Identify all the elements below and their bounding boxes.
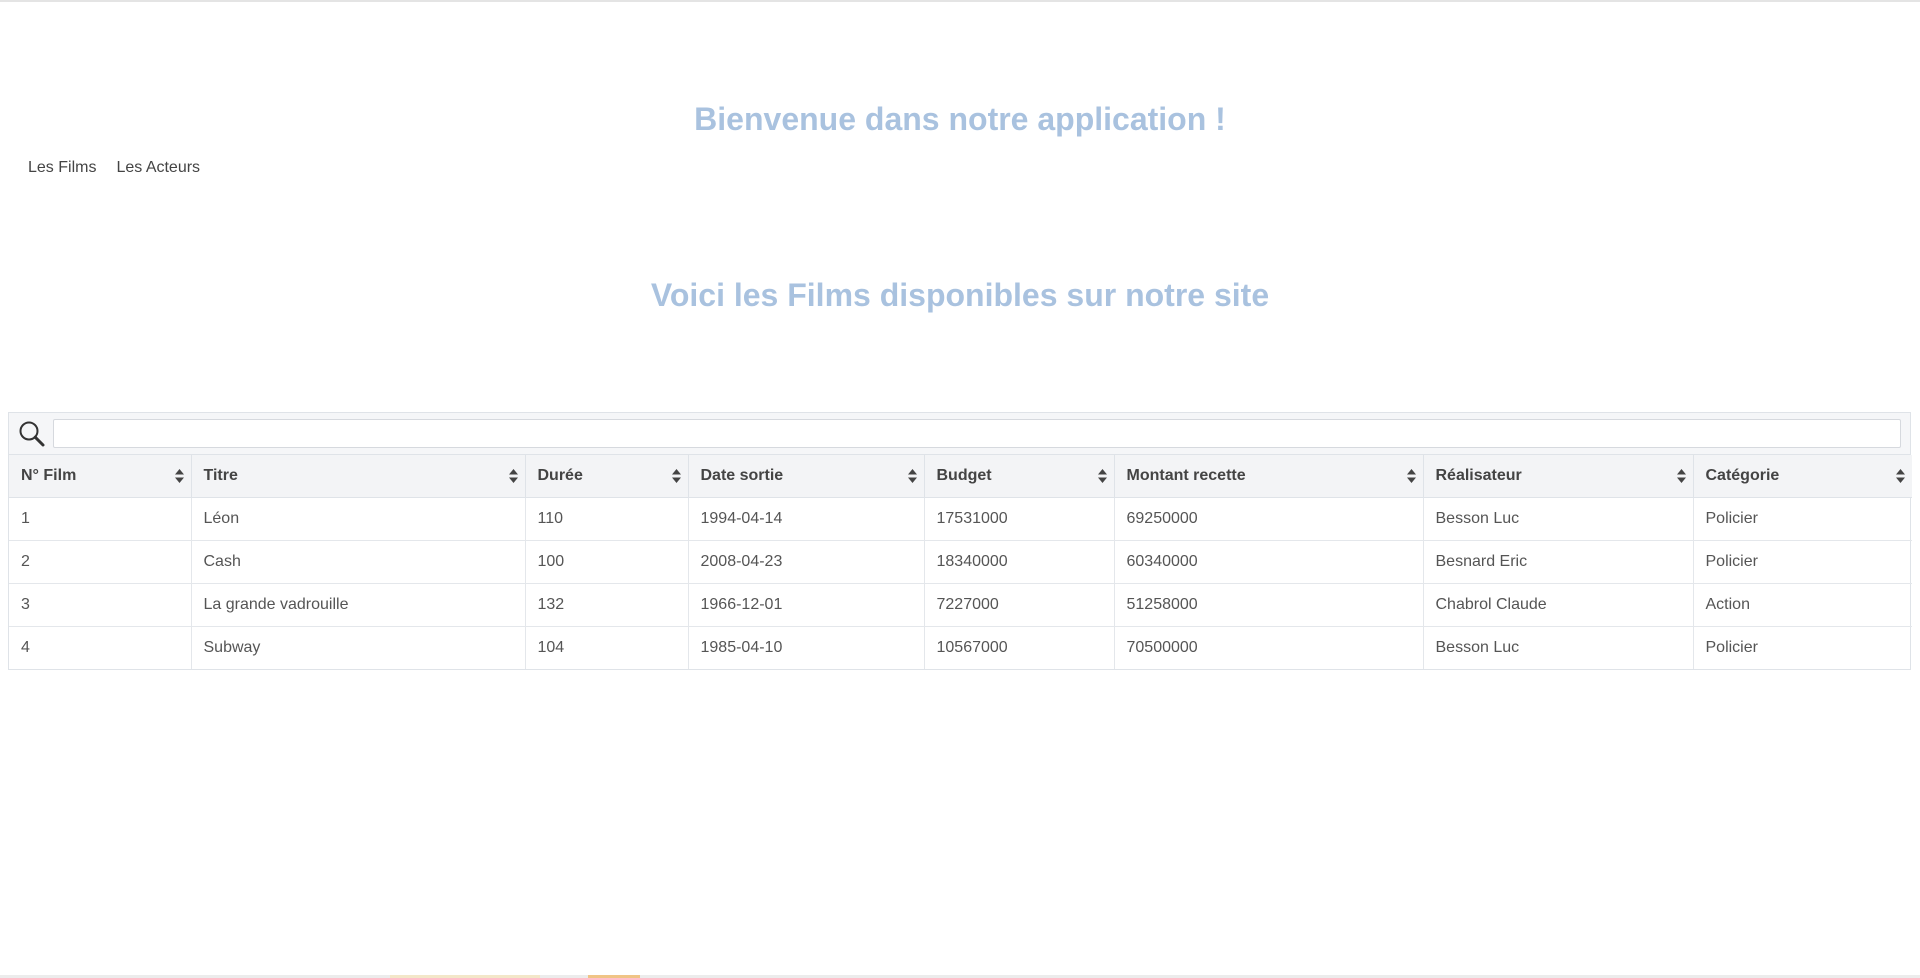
table-cell: 1966-12-01 (688, 583, 925, 627)
table-header-row: N° Film Titre Durée Date sortie Budget Montan… (9, 455, 1912, 498)
column-header-label: N° Film (21, 466, 77, 484)
table-cell: Léon (191, 497, 526, 541)
column-header[interactable]: Titre (191, 455, 526, 498)
table-cell: 4 (9, 626, 192, 669)
sort-both-icon[interactable] (907, 468, 917, 483)
sort-both-icon[interactable] (508, 468, 518, 483)
table-cell: Besson Luc (1423, 497, 1694, 541)
nav-link-films[interactable]: Les Films (28, 159, 96, 177)
table-cell: Policier (1693, 540, 1912, 584)
table-cell: Policier (1693, 497, 1912, 541)
table-cell: 60340000 (1114, 540, 1424, 584)
column-header-label: Réalisateur (1435, 466, 1522, 484)
table-row: 1 Léon 110 1994-04-14 17531000 69250000 Besson… (9, 497, 1912, 541)
main-nav: Les Films Les Acteurs (28, 159, 200, 177)
column-header[interactable]: Date sortie (688, 455, 925, 498)
table-cell: 100 (525, 540, 689, 584)
table-cell: 17531000 (924, 497, 1115, 541)
column-header[interactable]: Budget (924, 455, 1115, 498)
table-row: 3 La grande vadrouille 132 1966-12-01 722700… (9, 583, 1912, 627)
column-header-label: Durée (537, 466, 583, 484)
search-input[interactable] (53, 419, 1901, 448)
table-cell: 51258000 (1114, 583, 1424, 627)
search-icon (19, 421, 45, 446)
table-cell: 110 (525, 497, 689, 541)
table-cell: 1985-04-10 (688, 626, 925, 669)
column-header[interactable]: Réalisateur (1423, 455, 1694, 498)
films-table-container: N° Film Titre Durée Date sortie Budget Montan… (8, 412, 1912, 670)
column-header[interactable]: Durée (525, 455, 689, 498)
sort-both-icon[interactable] (1406, 468, 1416, 483)
table-cell: Policier (1705, 638, 1758, 656)
column-header-label: Montant recette (1126, 466, 1246, 484)
sort-both-icon[interactable] (671, 468, 681, 483)
table-cell: 2008-04-23 (688, 540, 925, 584)
welcome-title: Bienvenue dans notre application ! (694, 101, 1226, 137)
table-cell: Besson Luc (1423, 626, 1694, 669)
table-cell: 10567000 (924, 626, 1115, 669)
table-cell: 18340000 (924, 540, 1115, 584)
column-header-label: Catégorie (1705, 466, 1780, 484)
table-cell: 70500000 (1114, 626, 1424, 669)
table-cell: 2 (9, 540, 192, 584)
table-cell: La grande vadrouille (191, 583, 526, 627)
table-cell: 132 (525, 583, 689, 627)
table-cell: Cash (191, 540, 526, 584)
table-row: 4 Subway 104 1985-04-10 10567000 70500000 Bess… (9, 626, 1912, 669)
table-cell: 104 (525, 626, 689, 669)
table-row: 2 Cash 100 2008-04-23 18340000 60340000 Besnar… (9, 540, 1912, 584)
table-cell: Chabrol Claude (1423, 583, 1694, 627)
table-cell: Action (1693, 583, 1912, 627)
table-cell: Subway (191, 626, 526, 669)
table-cell: 3 (9, 583, 192, 627)
nav-link-acteurs[interactable]: Les Acteurs (116, 159, 200, 177)
sort-both-icon[interactable] (1097, 468, 1107, 483)
column-header[interactable]: N° Film (9, 455, 192, 498)
films-table: N° Film Titre Durée Date sortie Budget Montan… (9, 455, 1912, 669)
sort-both-icon[interactable] (174, 468, 184, 483)
column-header-label: Budget (936, 466, 992, 484)
table-cell: 1 (9, 497, 192, 541)
top-border (0, 0, 1920, 2)
column-header-label: Date sortie (700, 466, 784, 484)
column-header-label: Titre (203, 466, 238, 484)
sort-both-icon[interactable] (1676, 468, 1686, 483)
column-header[interactable]: Montant recette (1114, 455, 1424, 498)
table-cell: 1994-04-14 (688, 497, 925, 541)
sort-both-icon[interactable] (1896, 468, 1905, 483)
column-header[interactable]: Catégorie (1693, 455, 1912, 498)
table-cell: 7227000 (924, 583, 1115, 627)
table-body: 1 Léon 110 1994-04-14 17531000 69250000 Besson… (9, 497, 1912, 669)
films-heading: Voici les Films disponibles sur notre si… (650, 277, 1270, 313)
search-bar (9, 413, 1910, 455)
table-cell: 69250000 (1114, 497, 1424, 541)
table-cell: Besnard Eric (1423, 540, 1694, 584)
